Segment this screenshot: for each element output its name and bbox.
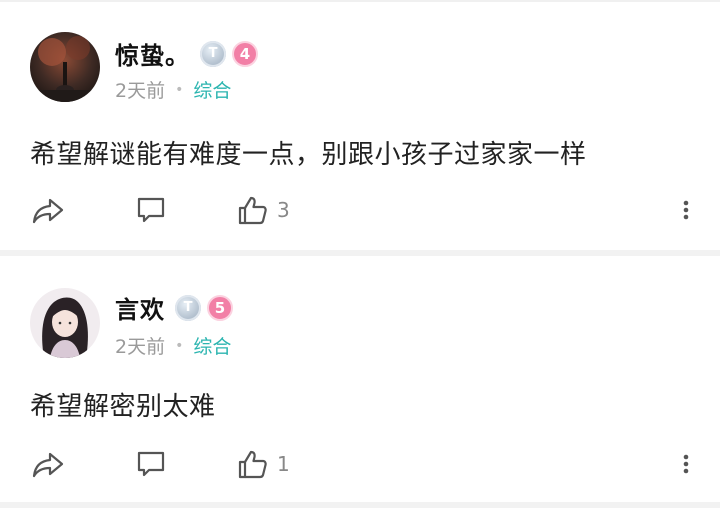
comment-feed: 惊蛰。 T 4 2天前 • 综合 希望解谜能有难度一点，别跟小孩子过家家一样 3…: [0, 0, 720, 508]
action-bar: 3: [0, 190, 720, 230]
title-badge: T: [200, 40, 226, 67]
comment-text: 希望解密别太难: [30, 392, 216, 422]
post-divider: [0, 502, 720, 508]
action-bar: 1: [0, 444, 720, 484]
user-avatar[interactable]: [30, 288, 100, 358]
username[interactable]: 惊蛰。: [115, 36, 190, 71]
like-count: 1: [277, 452, 290, 476]
post-meta: 2天前 • 综合: [115, 332, 231, 359]
more-vertical-icon: [683, 200, 689, 220]
user-info: 言欢 T 5: [115, 290, 233, 325]
comment-icon: [137, 197, 165, 223]
more-button[interactable]: [676, 190, 696, 230]
like-button[interactable]: 1: [237, 444, 290, 484]
category-link[interactable]: 综合: [193, 332, 231, 359]
meta-separator: •: [175, 81, 184, 98]
like-button[interactable]: 3: [237, 190, 290, 230]
share-button[interactable]: [31, 444, 65, 484]
share-icon: [32, 198, 64, 224]
comment-button[interactable]: [135, 444, 167, 484]
post-time: 2天前: [115, 80, 166, 102]
meta-separator: •: [175, 337, 184, 354]
like-count: 3: [277, 198, 290, 222]
post-meta: 2天前 • 综合: [115, 76, 231, 103]
comment-button[interactable]: [135, 190, 167, 230]
share-icon: [32, 452, 64, 478]
comment-text: 希望解谜能有难度一点，别跟小孩子过家家一样: [30, 140, 587, 170]
username[interactable]: 言欢: [115, 290, 165, 325]
title-badge: T: [175, 294, 201, 321]
level-badge: 5: [207, 294, 233, 321]
more-button[interactable]: [676, 444, 696, 484]
category-link[interactable]: 综合: [193, 76, 231, 103]
more-vertical-icon: [683, 454, 689, 474]
level-badge: 4: [232, 40, 258, 67]
comment-icon: [137, 451, 165, 477]
user-avatar[interactable]: [30, 32, 100, 102]
thumbs-up-icon: [238, 450, 267, 479]
comment-card: 言欢 T 5 2天前 • 综合 希望解密别太难 1: [0, 256, 720, 502]
thumbs-up-icon: [238, 196, 267, 225]
post-time: 2天前: [115, 336, 166, 358]
share-button[interactable]: [31, 190, 65, 230]
comment-card: 惊蛰。 T 4 2天前 • 综合 希望解谜能有难度一点，别跟小孩子过家家一样 3: [0, 2, 720, 250]
user-info: 惊蛰。 T 4: [115, 36, 258, 71]
